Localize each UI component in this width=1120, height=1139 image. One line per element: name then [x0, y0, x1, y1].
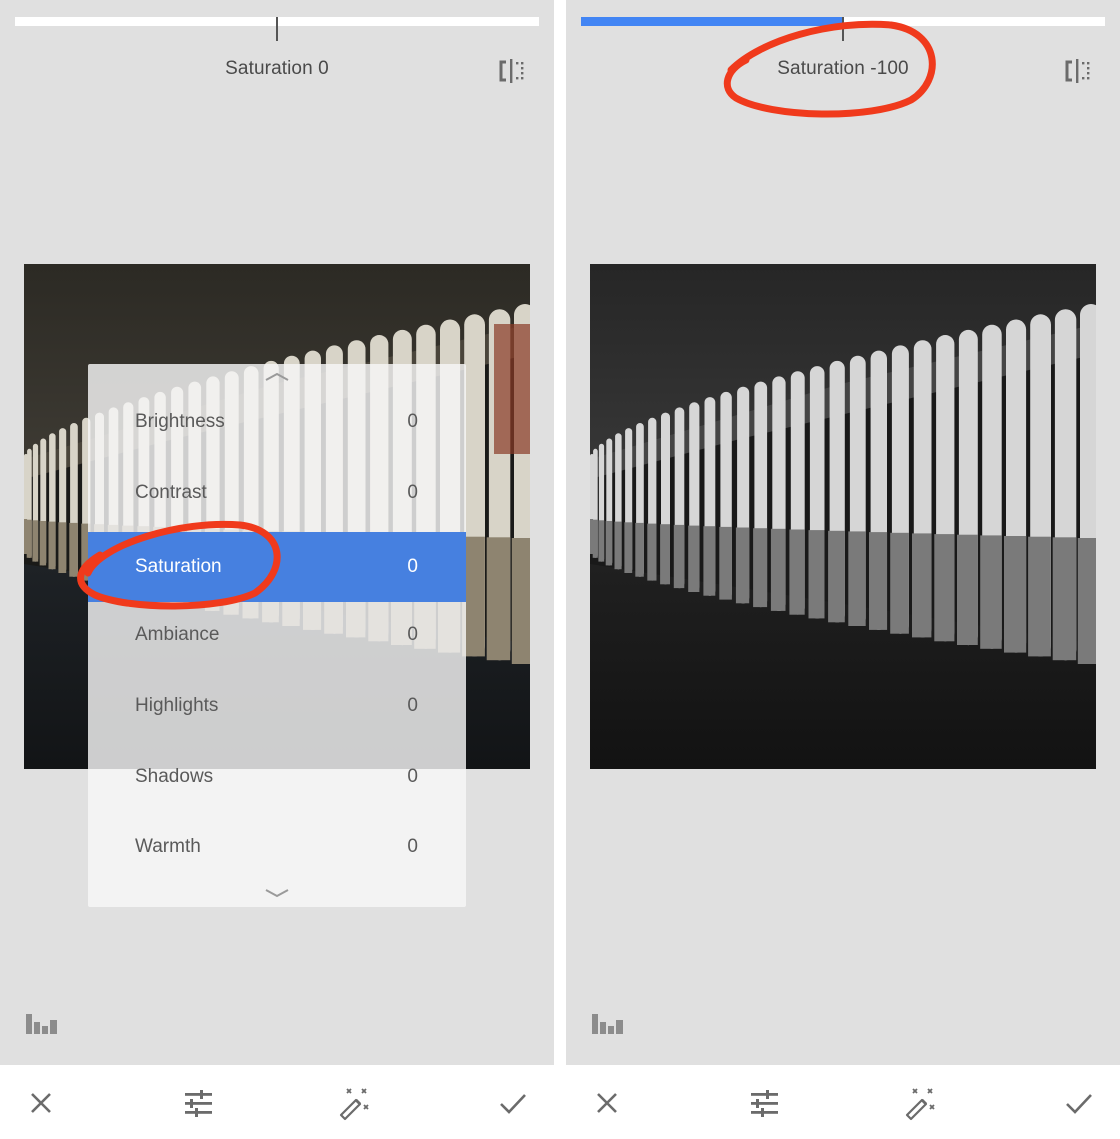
menu-item-value: 0	[407, 695, 418, 716]
photo-column-base	[912, 533, 932, 638]
photo-column-base	[511, 538, 530, 664]
bottom-toolbar	[566, 1065, 1120, 1139]
menu-item-value: 0	[407, 556, 418, 577]
photo-column-base	[719, 526, 732, 600]
photo-column-base	[647, 523, 657, 581]
photo-column-base	[660, 524, 670, 585]
editor-panel-before: Saturation 0 Brightness 0 Contrast 0 Sat…	[0, 0, 554, 1139]
magic-wand-icon[interactable]	[337, 1085, 373, 1121]
photo-column-base	[598, 520, 605, 562]
photo-column-base	[688, 525, 700, 592]
photo-column-base	[614, 521, 622, 570]
photo-column-base	[26, 519, 32, 558]
menu-item-contrast[interactable]: Contrast 0	[88, 458, 466, 528]
histogram-icon[interactable]	[25, 1012, 59, 1036]
bottom-toolbar	[0, 1065, 554, 1139]
editor-stage: Saturation -100	[566, 0, 1120, 1065]
photo-column-base	[848, 531, 866, 626]
histogram-icon[interactable]	[591, 1012, 625, 1036]
photo-column-base	[592, 519, 598, 558]
chevron-down-icon[interactable]	[88, 885, 466, 901]
photo-column-base	[1077, 538, 1096, 664]
checkmark-icon[interactable]	[1061, 1085, 1097, 1121]
photo-column-base	[869, 532, 888, 630]
photo-column-base	[486, 537, 511, 661]
photo-column-base	[624, 522, 633, 573]
menu-item-label: Warmth	[135, 836, 201, 857]
tune-sliders-icon[interactable]	[746, 1085, 782, 1121]
photo-column-base	[980, 535, 1002, 649]
photo-column-base	[890, 532, 909, 634]
menu-item-ambiance[interactable]: Ambiance 0	[88, 600, 466, 670]
photo-column-base	[1004, 536, 1027, 653]
photo-column-base	[828, 530, 845, 623]
photo-column-base	[957, 534, 978, 645]
menu-item-label: Shadows	[135, 766, 214, 787]
photo-column-base	[808, 530, 825, 619]
menu-item-shadows[interactable]: Shadows 0	[88, 742, 466, 812]
photo-column-base	[48, 521, 56, 570]
photo-column-base	[635, 522, 644, 577]
photo-column-base	[753, 528, 768, 608]
editor-stage: Saturation 0 Brightness 0 Contrast 0 Sat…	[0, 0, 554, 1065]
menu-item-value: 0	[407, 411, 418, 432]
magic-wand-icon[interactable]	[903, 1085, 939, 1121]
menu-item-label: Ambiance	[135, 624, 220, 645]
parameter-value-label: Saturation -100	[777, 58, 909, 79]
menu-item-value: 0	[407, 836, 418, 857]
adjust-image-menu: Brightness 0 Contrast 0 Saturation 0 Amb…	[88, 364, 466, 907]
slider-center-mark	[842, 17, 844, 41]
photo-preview[interactable]	[590, 264, 1096, 769]
menu-item-label: Contrast	[135, 482, 207, 503]
photo-column-base	[1052, 537, 1077, 661]
menu-item-highlights[interactable]: Highlights 0	[88, 671, 466, 741]
menu-item-value: 0	[407, 624, 418, 645]
editor-panel-after: Saturation -100	[566, 0, 1120, 1139]
compare-split-icon[interactable]	[497, 56, 527, 86]
saturation-slider[interactable]	[15, 17, 539, 41]
photo-column-base	[39, 521, 47, 566]
menu-item-value: 0	[407, 482, 418, 503]
menu-item-saturation[interactable]: Saturation 0	[88, 532, 466, 602]
parameter-value-label: Saturation 0	[225, 58, 329, 79]
photo-column-base	[58, 522, 67, 573]
close-icon[interactable]	[23, 1085, 59, 1121]
compare-split-icon[interactable]	[1063, 56, 1093, 86]
saturation-slider[interactable]	[581, 17, 1105, 41]
photo-column-base	[69, 522, 78, 577]
photo-column-base	[703, 526, 716, 596]
menu-item-label: Brightness	[135, 411, 225, 432]
photo-column-base	[673, 524, 685, 589]
photo-column-base	[789, 529, 805, 615]
photo-column-base	[770, 528, 786, 611]
close-icon[interactable]	[589, 1085, 625, 1121]
menu-item-label: Highlights	[135, 695, 219, 716]
photo-column-base	[735, 527, 750, 604]
photo-column-base	[934, 534, 955, 642]
menu-item-brightness[interactable]: Brightness 0	[88, 387, 466, 457]
checkmark-icon[interactable]	[495, 1085, 531, 1121]
menu-item-warmth[interactable]: Warmth 0	[88, 812, 466, 882]
chevron-up-icon[interactable]	[88, 368, 466, 384]
slider-fill	[581, 17, 843, 26]
photo-column-base	[32, 520, 39, 562]
menu-item-value: 0	[407, 766, 418, 787]
menu-item-label: Saturation	[135, 556, 222, 577]
photo-column-base	[1028, 536, 1051, 657]
slider-center-mark	[276, 17, 278, 41]
tune-sliders-icon[interactable]	[180, 1085, 216, 1121]
photo-column-base	[605, 521, 613, 566]
